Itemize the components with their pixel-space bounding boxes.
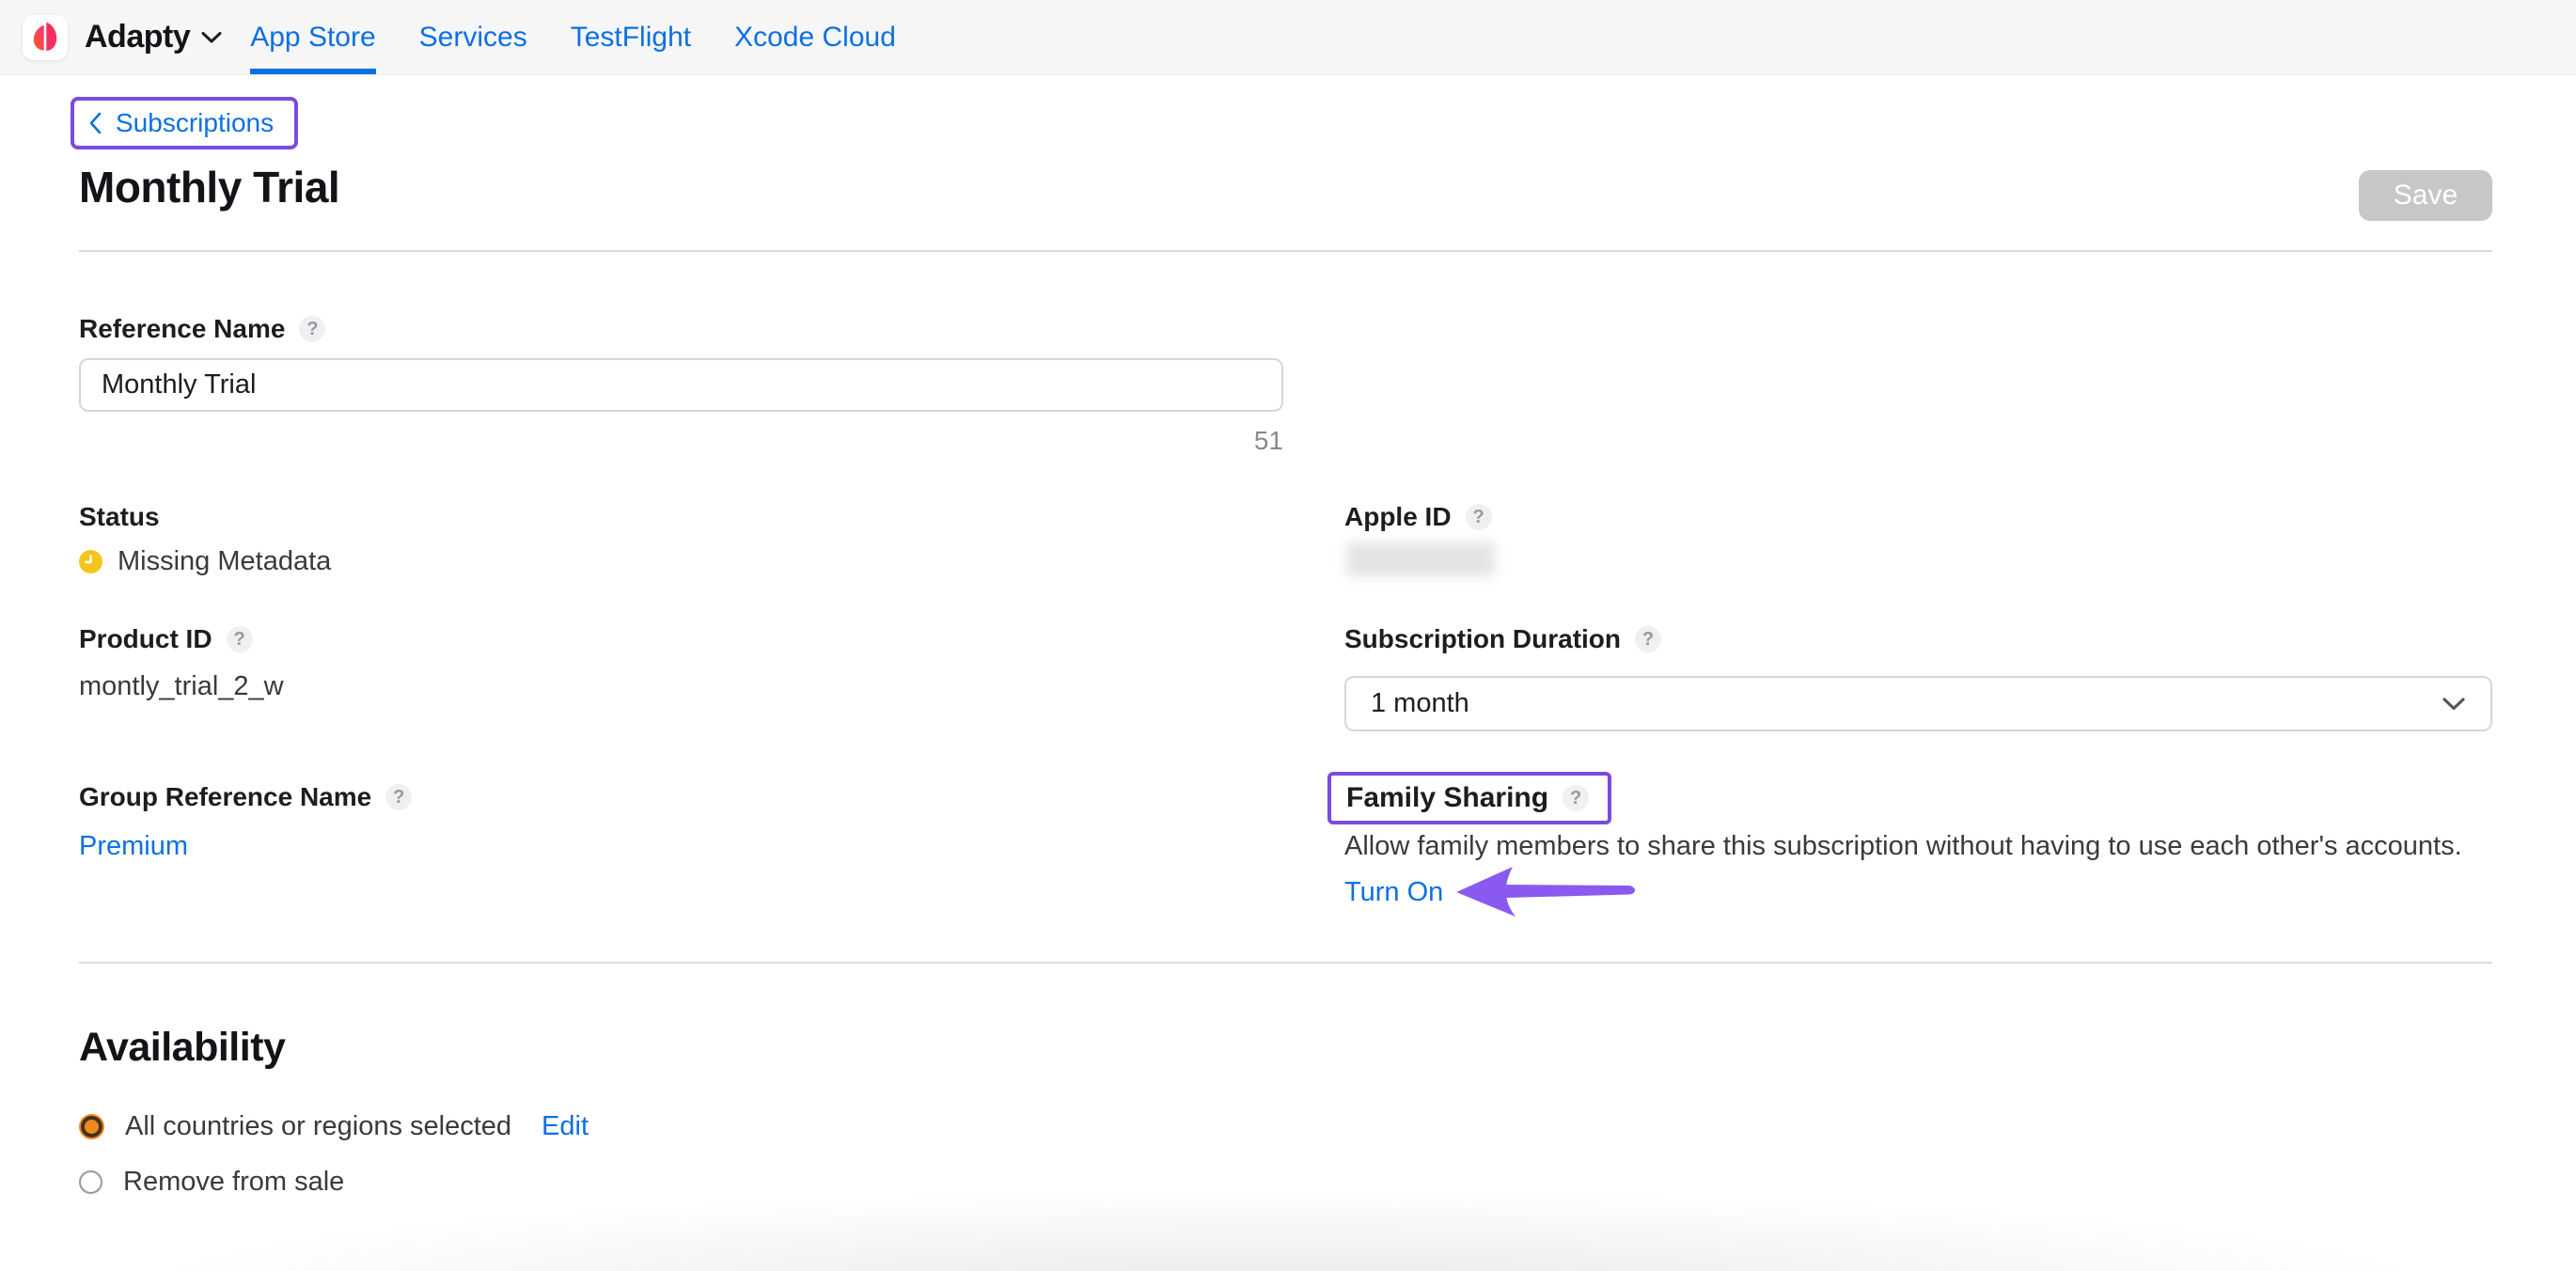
family-sharing-turn-on-link[interactable]: Turn On [1344,877,1443,908]
product-id-label: Product ID [79,624,212,654]
radio-unselected-icon[interactable] [79,1170,102,1194]
subscription-duration-label: Subscription Duration [1344,624,1621,654]
family-sharing-label: Family Sharing [1346,782,1548,814]
header-divider [79,250,2492,252]
help-icon[interactable]: ? [1466,504,1492,530]
nav-tab-xcode-cloud[interactable]: Xcode Cloud [734,0,896,74]
bottom-shadow [0,1182,2576,1271]
nav-tab-testflight[interactable]: TestFlight [571,0,691,74]
product-id-value: montly_trial_2_w [79,671,284,702]
subscription-duration-select[interactable]: 1 month [1344,676,2492,731]
availability-heading: Availability [79,1025,285,1071]
top-navbar: Adapty App Store Services TestFlight Xco… [0,0,2576,75]
subscription-duration-field: Subscription Duration ? [1344,624,1661,654]
nav-tab-services[interactable]: Services [419,0,527,74]
nav-tab-app-store[interactable]: App Store [250,0,375,74]
reference-name-input[interactable] [79,358,1283,412]
help-icon[interactable]: ? [385,784,412,810]
apple-id-redacted-value [1346,542,1495,576]
nav-links: App Store Services TestFlight Xcode Clou… [250,0,939,74]
reference-name-label: Reference Name [79,314,285,344]
save-button[interactable]: Save [2359,170,2492,221]
app-switcher-dropdown[interactable]: Adapty [85,19,222,55]
annotation-arrow-left-icon [1453,863,1645,919]
status-field: Status [79,502,160,532]
chevron-down-icon [2442,697,2466,712]
status-label: Status [79,502,160,532]
reference-name-field: Reference Name ? [79,314,325,344]
subscription-detail-page: Adapty App Store Services TestFlight Xco… [0,0,2576,1271]
availability-edit-link[interactable]: Edit [542,1111,589,1142]
status-badge: Missing Metadata [118,546,331,577]
chevron-left-icon [87,110,102,136]
availability-option-all-countries[interactable]: All countries or regions selected Edit [79,1111,589,1142]
group-reference-name-field: Group Reference Name ? [79,782,412,812]
product-id-field: Product ID ? [79,624,253,654]
family-sharing-highlight-box: Family Sharing ? [1327,772,1611,824]
group-reference-name-link[interactable]: Premium [79,831,188,862]
help-icon[interactable]: ? [1635,626,1661,652]
breadcrumb-highlight-box: Subscriptions [71,97,298,149]
availability-option-label: Remove from sale [123,1167,344,1198]
availability-option-label: All countries or regions selected [125,1111,511,1142]
breadcrumb-back-link[interactable]: Subscriptions [87,108,274,138]
breadcrumb-label: Subscriptions [116,108,274,138]
adapty-logo-icon[interactable] [23,15,68,60]
group-reference-name-label: Group Reference Name [79,782,371,812]
help-icon[interactable]: ? [1563,785,1589,811]
apple-id-field: Apple ID ? [1344,502,1492,532]
character-count: 51 [1095,426,1283,456]
availability-option-remove-from-sale[interactable]: Remove from sale [79,1167,344,1198]
chevron-down-icon [201,31,222,44]
status-row: Missing Metadata [79,546,331,577]
section-divider [79,962,2492,964]
subscription-duration-value: 1 month [1371,688,1469,719]
apple-id-label: Apple ID [1344,502,1452,532]
page-title: Monthly Trial [79,162,339,212]
help-icon[interactable]: ? [227,626,253,652]
app-name: Adapty [85,19,190,55]
help-icon[interactable]: ? [299,316,325,342]
radio-selected-icon[interactable] [79,1114,104,1139]
family-sharing-description: Allow family members to share this subsc… [1344,831,2462,862]
missing-metadata-clock-icon [79,550,102,573]
